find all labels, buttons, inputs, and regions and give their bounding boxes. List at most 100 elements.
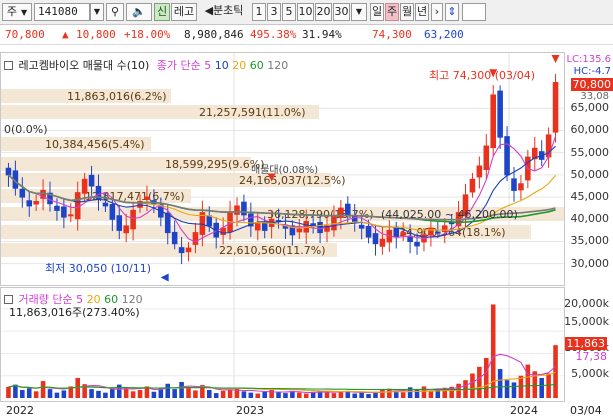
period-3[interactable]: 3 [267, 3, 281, 21]
sin-button[interactable]: 신 [154, 3, 170, 21]
max-arrow-icon [551, 55, 560, 63]
updown-button[interactable]: ⇕ [445, 3, 459, 21]
month-button[interactable]: 월 [400, 3, 414, 21]
year-button[interactable]: 년 [415, 3, 429, 21]
zero-label: 0(0.0%) [4, 123, 48, 136]
day-button[interactable]: 일 [370, 3, 384, 21]
volume-bar [525, 364, 531, 398]
volume-bar [213, 393, 219, 398]
volume-bar [539, 377, 544, 398]
volume-bar [297, 392, 302, 398]
x-label-2023: 2023 [236, 404, 264, 417]
lc-label: LC:135.6 [566, 54, 611, 65]
candle-body [192, 232, 199, 245]
x-label-end: 03/04 [570, 404, 602, 417]
candle-body [241, 201, 247, 216]
speaker-button[interactable]: 🔈 [126, 3, 152, 21]
volume-bar [110, 388, 115, 398]
volume-bar [96, 390, 101, 398]
max-price-label: 최고 74,300 (03/04) [429, 69, 536, 82]
candle-body [33, 201, 39, 205]
volume-bar [484, 357, 489, 398]
volume-bar [400, 392, 406, 398]
volume-bar [269, 389, 274, 398]
toolbar: 주 ▼ 141080 ▼ ⚲ 🔈 신 레고 ◀분초틱 1 3 5 10 20 30… [0, 0, 613, 25]
candle-body [109, 204, 116, 220]
high-price: 74,300 [372, 28, 412, 41]
volume-bar [255, 393, 261, 398]
volume-bar [116, 384, 122, 398]
candle-body [61, 206, 67, 218]
volume-bar [130, 391, 136, 398]
volume-bar [227, 389, 233, 398]
min-arrow-icon [160, 273, 169, 282]
candle-body [185, 247, 192, 253]
y-tick-label: 30,000 [570, 256, 610, 270]
legend-box-icon [4, 295, 13, 304]
ma-period-20: 20 [232, 59, 247, 72]
candle-body [54, 205, 60, 211]
y-tick-label: 35,000 [570, 234, 610, 248]
legend-box-icon [4, 61, 13, 70]
candle-body [372, 233, 379, 245]
volume-bar [137, 389, 143, 398]
empty-field[interactable] [462, 3, 486, 21]
stock-name-field[interactable]: 레고 [171, 3, 197, 21]
period-1[interactable]: 1 [252, 3, 266, 21]
candle-body [490, 94, 496, 149]
volume-bar [366, 393, 371, 398]
candle-body [469, 178, 476, 193]
price-legend: 레고켐바이오 매물대 수(10) 종가 단순 5 10 20 60 120 [4, 57, 288, 73]
scroll-right-button[interactable]: › [431, 3, 443, 21]
volume-bar [207, 389, 212, 398]
price-chart-panel[interactable]: 11,863,016(6.2%) 21,257,591(11.0%) 10,384,… [0, 52, 565, 286]
candle-body [254, 223, 261, 231]
week-button[interactable]: 주 [385, 3, 399, 21]
period-dropdown[interactable]: ▼ [351, 3, 367, 21]
volume-bar [179, 381, 184, 398]
candle-body [171, 231, 178, 245]
volume-bar [54, 392, 60, 398]
candle-body [476, 165, 483, 178]
volume-bar [20, 389, 25, 398]
volume-chart-panel[interactable]: 거래량 단순 5 20 60 120 11,863,016주(273.40%) [0, 287, 565, 402]
period-20[interactable]: 20 [315, 3, 332, 21]
volume-current-tag: 11,863 [564, 337, 607, 350]
candle-body [116, 215, 123, 231]
search-button[interactable]: ⚲ [106, 3, 124, 21]
period-5[interactable]: 5 [282, 3, 296, 21]
candle-body [504, 136, 510, 176]
volume-bar [103, 392, 108, 398]
period-30[interactable]: 30 [333, 3, 350, 21]
candle-body [206, 215, 213, 227]
updown-arrow-icon: ⇕ [447, 5, 457, 18]
volume-bar [490, 304, 496, 398]
volume-value: 8,980,846 [184, 28, 244, 41]
volume-bar [303, 393, 309, 398]
volume-bar [61, 390, 67, 398]
candle-body [365, 225, 372, 238]
volume-profile-label: 11,863,016(6.2%) [67, 90, 167, 103]
candle-body [345, 203, 351, 216]
volume-bar [234, 387, 240, 398]
period-10[interactable]: 10 [297, 3, 314, 21]
y-tick-label: 55,000 [570, 145, 610, 159]
x-label-2024: 2024 [510, 404, 538, 417]
volume-bar [553, 345, 558, 398]
bunchart-menu[interactable]: ◀분초틱 [199, 3, 249, 21]
market-select[interactable]: 주 ▼ [2, 3, 32, 21]
volume-bar [241, 391, 247, 398]
volume-profile-label: 22,610,560(11.7%) [219, 244, 326, 257]
last-price-tag: 70,800 [570, 78, 613, 91]
ma-period-10: 10 [214, 59, 229, 72]
candle-body [123, 225, 129, 234]
price-y-axis: LC:135.6 HC:-4.7 70,800 33,08 65,000 60,0… [565, 52, 613, 286]
turnover-rate: 31.94% [302, 28, 342, 41]
volume-bar [352, 393, 357, 398]
volume-ratio: 495.38% [250, 28, 297, 41]
candle-body [102, 202, 109, 207]
y-tick-label: 40,000 [570, 212, 610, 226]
price-change-pct: +18.00% [124, 28, 171, 41]
stock-code-input[interactable]: 141080 [34, 3, 90, 21]
code-dropdown-button[interactable]: ▼ [90, 3, 104, 21]
